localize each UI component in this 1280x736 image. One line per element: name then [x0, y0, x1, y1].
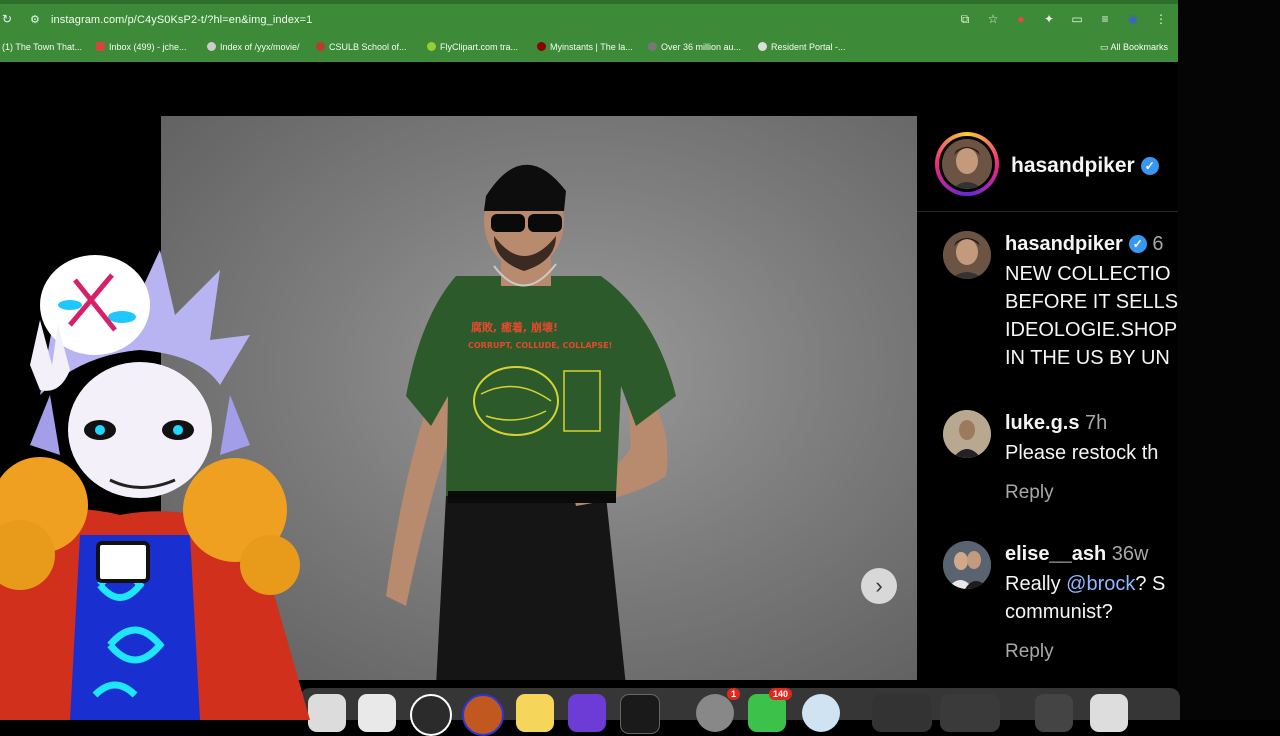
globe-icon	[207, 42, 216, 51]
caption-author-name: hasandpiker	[1005, 233, 1123, 255]
caption-line: IN THE US BY UN	[1005, 347, 1170, 369]
portal-icon	[758, 42, 767, 51]
caption-avatar[interactable]	[943, 231, 991, 279]
clipart-icon	[427, 42, 436, 51]
bookmark-item[interactable]: Myinstants | The la...	[537, 42, 633, 52]
star-icon[interactable]: ☆	[986, 12, 1000, 27]
bookmark-label: (1) The Town That...	[2, 42, 83, 52]
comment-text-part: ? S	[1135, 573, 1166, 595]
freeform-icon[interactable]	[358, 694, 396, 732]
dock: 1 140	[300, 688, 1180, 736]
gmail-icon	[96, 42, 105, 51]
window-thumbnail[interactable]	[872, 694, 932, 732]
all-bookmarks[interactable]: ▭ All Bookmarks	[1100, 42, 1168, 53]
comment-text-line2: communist?	[1005, 601, 1113, 623]
obs-icon[interactable]	[462, 694, 504, 736]
bookmark-item[interactable]: FlyClipart.com tra...	[427, 42, 518, 52]
svg-text:腐敗, 癒着, 崩壊!: 腐敗, 癒着, 崩壊!	[471, 320, 558, 334]
extension-red-icon[interactable]: ●	[1014, 12, 1028, 27]
shirt-text: CORRUPT, COLLUDE, COLLAPSE!	[468, 341, 612, 350]
browser-toolbar: ↻ ⚙ instagram.com/p/C4yS0KsP2-t/?hl=en&i…	[0, 0, 1178, 62]
comment-time: 7h	[1085, 412, 1108, 434]
reload-icon[interactable]: ↻	[2, 12, 12, 26]
comment-time: 36w	[1111, 543, 1149, 565]
mention-link[interactable]: @brock	[1066, 573, 1135, 595]
bookmark-item[interactable]: Resident Portal -...	[758, 42, 846, 52]
vtuber-avatar-overlay	[0, 250, 310, 720]
address-bar[interactable]: ↻ ⚙ instagram.com/p/C4yS0KsP2-t/?hl=en&i…	[0, 6, 1178, 34]
bookmark-label: Resident Portal -...	[771, 42, 846, 52]
background-strip	[1178, 0, 1280, 720]
bookmark-item[interactable]: CSULB School of...	[316, 42, 407, 52]
bookmark-label: CSULB School of...	[329, 42, 407, 52]
comment-author[interactable]: elise__ash 36w	[1005, 543, 1148, 566]
url-text[interactable]: instagram.com/p/C4yS0KsP2-t/?hl=en&img_i…	[51, 14, 312, 26]
window-thumbnail[interactable]	[940, 694, 1000, 732]
menu-icon[interactable]: ⋮	[1154, 12, 1168, 27]
verified-badge-icon: ✓	[1128, 235, 1147, 253]
bookmark-label: Inbox (499) - jche...	[109, 42, 187, 52]
notification-badge: 1	[726, 688, 740, 700]
audio-icon	[648, 42, 657, 51]
verified-badge-icon: ✓	[1140, 157, 1159, 175]
bookmark-item[interactable]: Index of /yyx/movie/	[207, 42, 300, 52]
browser-icon[interactable]	[802, 694, 840, 732]
bookmark-label: Over 36 million au...	[661, 42, 742, 52]
next-image-button[interactable]: ›	[861, 568, 897, 604]
post-sidebar: hasandpiker ✓ hasandpiker ✓ 6 NEW COLLECTI…	[917, 116, 1179, 680]
author-name: hasandpiker	[1011, 154, 1135, 177]
messages-icon[interactable]: 140	[748, 688, 792, 732]
school-icon	[316, 42, 325, 51]
folder-icon: ▭	[1099, 42, 1111, 52]
tab-strip	[0, 0, 1178, 4]
notes-icon[interactable]	[516, 694, 554, 732]
toolbar-icons: ⧉ ☆ ● ✦ ▭ ≡ ◉ ⋮	[958, 12, 1168, 27]
comment-text: Really @brock? S	[1005, 570, 1165, 598]
notification-badge: 140	[768, 688, 792, 700]
caption-author[interactable]: hasandpiker ✓ 6	[1005, 233, 1164, 256]
bookmarks-bar: (1) The Town That... Inbox (499) - jche.…	[0, 38, 1178, 56]
caption-line[interactable]: IDEOLOGIE.SHOP	[1005, 316, 1177, 344]
myinstants-icon	[537, 42, 546, 51]
bookmark-label: FlyClipart.com tra...	[440, 42, 519, 52]
media-player-icon[interactable]	[568, 694, 606, 732]
bookmark-item[interactable]: Over 36 million au...	[648, 42, 741, 52]
comment-username: elise__ash	[1005, 543, 1107, 565]
tab-search-icon[interactable]: ▭	[1070, 12, 1084, 27]
reply-button[interactable]: Reply	[1005, 482, 1054, 504]
profile-icon[interactable]: ◉	[1126, 12, 1140, 27]
extensions-icon[interactable]: ✦	[1042, 12, 1056, 27]
caption-time: 6	[1152, 233, 1164, 255]
comment-author[interactable]: luke.g.s 7h	[1005, 412, 1107, 435]
commenter-avatar[interactable]	[943, 541, 991, 589]
avatar[interactable]	[942, 139, 992, 189]
post-author[interactable]: hasandpiker ✓	[1011, 154, 1159, 178]
camera-app-icon[interactable]	[410, 694, 452, 736]
reply-button[interactable]: Reply	[1005, 641, 1054, 663]
post-header: hasandpiker ✓	[917, 116, 1179, 212]
bookmark-item[interactable]: Inbox (499) - jche...	[96, 42, 187, 52]
window-thumbnail[interactable]	[1035, 694, 1073, 732]
system-settings-icon[interactable]: 1	[696, 688, 740, 732]
bookmark-label: Index of /yyx/movie/	[220, 42, 300, 52]
bookmark-label: Myinstants | The la...	[550, 42, 633, 52]
caption-line: NEW COLLECTIO	[1005, 263, 1171, 285]
comment-text-part: Really	[1005, 573, 1067, 595]
comment-username: luke.g.s	[1005, 412, 1080, 434]
trash-icon[interactable]	[1090, 694, 1128, 732]
comment-text: Please restock th	[1005, 442, 1159, 464]
model-photo: 腐敗, 癒着, 崩壊! CORRUPT, COLLUDE, COLLAPSE!	[386, 164, 676, 680]
chevron-right-icon: ›	[875, 573, 883, 598]
commenter-avatar[interactable]	[943, 410, 991, 458]
bookmark-item[interactable]: (1) The Town That...	[2, 42, 82, 52]
caption-line: BEFORE IT SELLS	[1005, 291, 1179, 313]
all-bookmarks-label: All Bookmarks	[1110, 42, 1168, 52]
cast-icon[interactable]: ⧉	[958, 12, 972, 27]
story-ring[interactable]	[935, 132, 999, 196]
dock-app-icon[interactable]	[308, 694, 346, 732]
media-icon[interactable]: ≡	[1098, 12, 1112, 27]
terminal-icon[interactable]	[620, 694, 660, 734]
site-info-icon[interactable]: ⚙	[30, 13, 40, 26]
